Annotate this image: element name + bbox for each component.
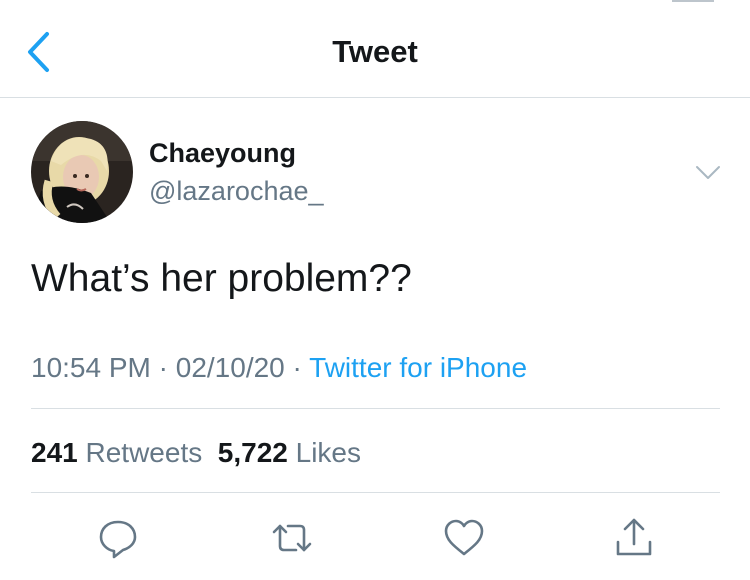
meta-separator: · — [292, 352, 302, 383]
heart-icon — [444, 519, 484, 556]
avatar[interactable] — [31, 121, 133, 223]
user-handle[interactable]: @lazarochae_ — [149, 176, 324, 207]
divider — [31, 408, 720, 409]
nav-bar: Tweet — [0, 0, 750, 98]
likes-stat[interactable]: 5,722 Likes — [218, 437, 361, 468]
tweet-stats: 241 Retweets 5,722 Likes — [31, 437, 361, 469]
tweet-text: What’s her problem?? — [31, 257, 412, 300]
retweets-count: 241 — [31, 437, 78, 468]
tweet-meta: 10:54 PM · 02/10/20 · Twitter for iPhone — [31, 352, 527, 384]
retweets-stat[interactable]: 241 Retweets — [31, 437, 202, 468]
chevron-down-icon — [696, 166, 720, 179]
share-icon — [616, 518, 652, 556]
reply-button[interactable] — [96, 516, 140, 560]
likes-count: 5,722 — [217, 437, 288, 468]
tweet-time: 10:54 PM — [31, 352, 151, 383]
page-title: Tweet — [332, 34, 418, 69]
retweet-button[interactable] — [270, 516, 314, 560]
divider — [31, 492, 720, 493]
retweets-label: Retweets — [85, 437, 203, 468]
more-options-button[interactable] — [694, 162, 722, 182]
retweet-icon — [272, 524, 312, 552]
reply-icon — [99, 520, 137, 559]
share-button[interactable] — [612, 516, 656, 560]
meta-separator: · — [158, 352, 168, 383]
likes-label: Likes — [295, 437, 362, 468]
display-name[interactable]: Chaeyoung — [149, 138, 296, 169]
tweet-date: 02/10/20 — [175, 352, 285, 383]
tweet-source-link[interactable]: Twitter for iPhone — [309, 352, 527, 383]
like-button[interactable] — [442, 516, 486, 560]
